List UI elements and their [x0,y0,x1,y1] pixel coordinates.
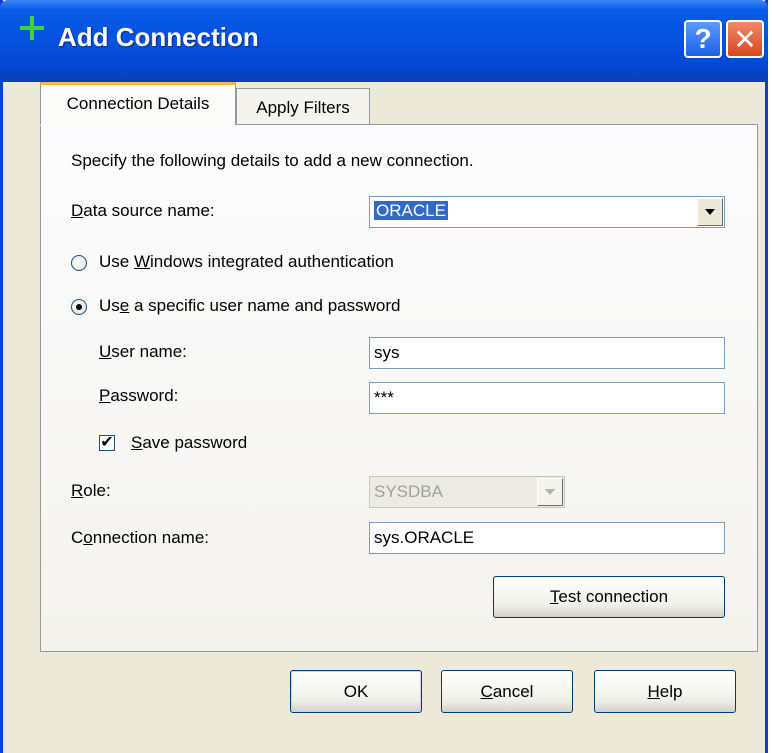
cancel-button[interactable]: Cancel [441,670,573,713]
data-source-label: Data source name: [71,201,215,220]
save-password-checkbox[interactable]: ✔ [99,435,115,451]
title-bar[interactable]: Add Connection ? ✕ [0,0,768,82]
ok-button[interactable]: OK [290,670,422,713]
help-title-button[interactable]: ? [684,20,722,58]
close-button[interactable]: ✕ [726,20,764,58]
windows-auth-radio[interactable] [71,255,87,271]
connection-details-panel: Specify the following details to add a n… [40,124,758,652]
intro-text: Specify the following details to add a n… [71,151,474,170]
data-source-select[interactable]: ORACLE [369,196,725,228]
data-source-value: ORACLE [374,201,448,220]
question-icon: ? [694,23,712,54]
help-label: Help [647,681,683,701]
role-value: SYSDBA [374,482,443,501]
data-source-dropdown-button[interactable] [697,198,723,226]
password-label: Password: [99,386,179,405]
tab-label: Connection Details [66,93,210,113]
chevron-down-icon [545,489,555,495]
ok-label: OK [343,681,369,701]
user-name-label: User name: [99,342,187,361]
specific-user-radio[interactable] [71,299,87,315]
windows-auth-label[interactable]: Use Windows integrated authentication [99,252,394,272]
plus-icon [20,16,44,40]
cancel-label: Cancel [480,681,534,701]
save-password-label[interactable]: Save password [131,433,247,453]
user-name-input[interactable]: sys [369,337,725,369]
close-icon: ✕ [733,23,757,55]
help-button[interactable]: Help [594,670,736,713]
specific-user-label[interactable]: Use a specific user name and password [99,296,400,316]
test-connection-button[interactable]: Test connection [493,576,725,618]
role-label: Role: [71,481,111,500]
tab-connection-details[interactable]: Connection Details [40,82,236,126]
role-dropdown-button[interactable] [537,478,563,506]
password-input[interactable]: *** [369,382,725,414]
role-select[interactable]: SYSDBA [369,476,565,508]
tab-apply-filters[interactable]: Apply Filters [236,88,370,126]
chevron-down-icon [705,209,715,215]
tab-label: Apply Filters [256,97,350,117]
connection-name-input[interactable]: sys.ORACLE [369,522,725,554]
connection-name-label: Connection name: [71,528,209,547]
test-connection-label: Test connection [549,587,669,606]
window-title: Add Connection [58,22,259,52]
